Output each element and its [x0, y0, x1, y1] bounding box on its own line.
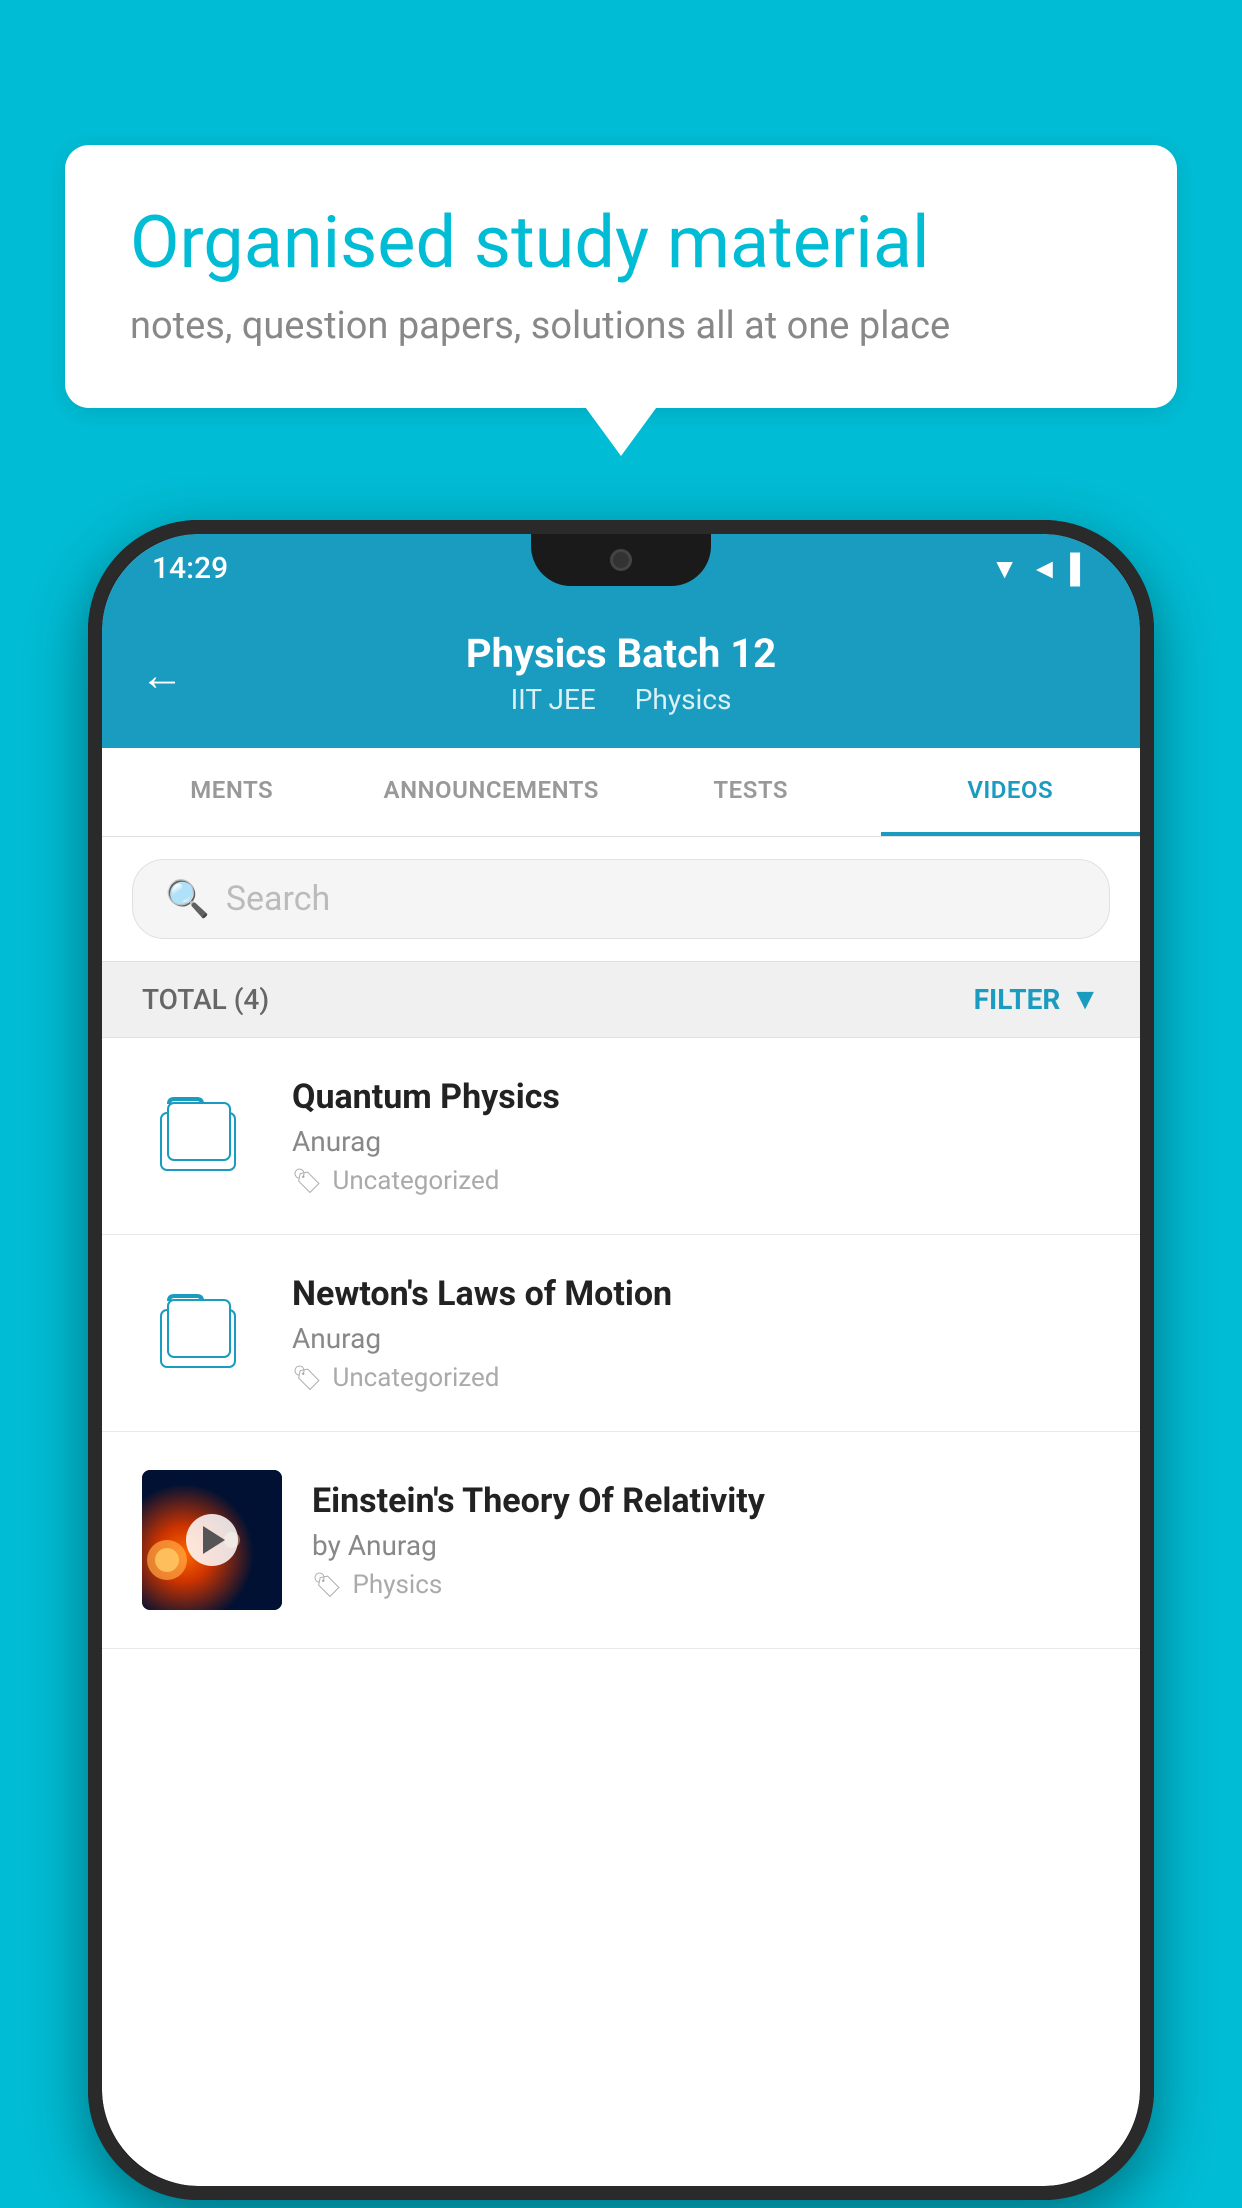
list-item[interactable]: Quantum Physics Anurag 🏷 Uncategorized [102, 1038, 1140, 1235]
thumbnail-bg [142, 1470, 282, 1610]
bubble-title: Organised study material [130, 200, 1112, 286]
status-time: 14:29 [152, 551, 228, 586]
tab-ments[interactable]: MENTS [102, 748, 362, 836]
video-author: Anurag [292, 1125, 1100, 1158]
filter-label: FILTER [974, 983, 1061, 1016]
back-button[interactable]: ← [140, 649, 184, 701]
tab-videos[interactable]: VIDEOS [881, 748, 1141, 836]
video-author: by Anurag [312, 1529, 1100, 1562]
tag-icon: 🏷 [312, 1571, 342, 1599]
signal-icon: ◄ [1030, 552, 1058, 585]
tab-announcements[interactable]: ANNOUNCEMENTS [362, 748, 622, 836]
video-info: Newton's Laws of Motion Anurag 🏷 Uncateg… [292, 1274, 1100, 1393]
bubble-subtitle: notes, question papers, solutions all at… [130, 304, 1112, 348]
folder-icon [142, 1076, 262, 1196]
app-header: ← Physics Batch 12 IIT JEE Physics [102, 602, 1140, 748]
phone-frame: 14:29 ▼ ◄ ▌ ← Physics Batch 12 IIT JEE [88, 520, 1154, 2200]
play-button[interactable] [186, 1514, 238, 1566]
video-thumbnail [142, 1470, 282, 1610]
tag-icon: 🏷 [292, 1364, 322, 1392]
phone-screen: 14:29 ▼ ◄ ▌ ← Physics Batch 12 IIT JEE [102, 534, 1140, 2186]
video-title: Newton's Laws of Motion [292, 1274, 1100, 1314]
header-subtitle: IIT JEE Physics [503, 683, 740, 716]
filter-icon: ▼ [1070, 982, 1100, 1017]
video-tag: 🏷 Uncategorized [292, 1166, 1100, 1196]
subtitle-iit: IIT JEE [511, 683, 596, 716]
tag-text: Physics [352, 1570, 442, 1600]
battery-icon: ▌ [1070, 552, 1090, 585]
video-tag: 🏷 Uncategorized [292, 1363, 1100, 1393]
folder-icon [142, 1273, 262, 1393]
video-info: Quantum Physics Anurag 🏷 Uncategorized [292, 1077, 1100, 1196]
wifi-icon: ▼ [991, 552, 1019, 585]
tab-tests[interactable]: TESTS [621, 748, 881, 836]
front-camera [610, 549, 632, 571]
subtitle-physics: Physics [635, 683, 732, 716]
video-title: Quantum Physics [292, 1077, 1100, 1117]
search-container: 🔍 Search [102, 837, 1140, 962]
tag-icon: 🏷 [292, 1167, 322, 1195]
header-title: Physics Batch 12 [466, 630, 776, 677]
list-item[interactable]: Newton's Laws of Motion Anurag 🏷 Uncateg… [102, 1235, 1140, 1432]
tabs-bar: MENTS ANNOUNCEMENTS TESTS VIDEOS [102, 748, 1140, 837]
video-author: Anurag [292, 1322, 1100, 1355]
total-count-label: TOTAL (4) [142, 983, 269, 1016]
search-placeholder: Search [226, 879, 330, 919]
phone-device: 14:29 ▼ ◄ ▌ ← Physics Batch 12 IIT JEE [88, 520, 1154, 2200]
status-icons: ▼ ◄ ▌ [991, 552, 1090, 585]
list-item[interactable]: Einstein's Theory Of Relativity by Anura… [102, 1432, 1140, 1649]
folder-svg [157, 1293, 247, 1373]
notch [531, 534, 711, 586]
speech-bubble: Organised study material notes, question… [65, 145, 1177, 408]
tag-text: Uncategorized [332, 1166, 499, 1196]
search-bar[interactable]: 🔍 Search [132, 859, 1110, 939]
video-list: Quantum Physics Anurag 🏷 Uncategorized [102, 1038, 1140, 2186]
folder-svg [157, 1096, 247, 1176]
video-tag: 🏷 Physics [312, 1570, 1100, 1600]
search-icon: 🔍 [165, 878, 210, 920]
play-triangle-icon [203, 1526, 225, 1554]
video-info: Einstein's Theory Of Relativity by Anura… [312, 1481, 1100, 1600]
filter-bar: TOTAL (4) FILTER ▼ [102, 962, 1140, 1038]
speech-bubble-container: Organised study material notes, question… [65, 145, 1177, 408]
video-title: Einstein's Theory Of Relativity [312, 1481, 1100, 1521]
filter-button[interactable]: FILTER ▼ [974, 982, 1100, 1017]
tag-text: Uncategorized [332, 1363, 499, 1393]
